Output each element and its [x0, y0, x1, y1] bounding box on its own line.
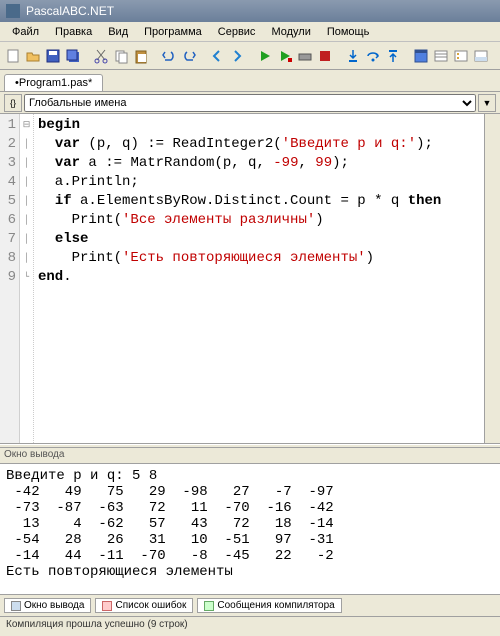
paste-icon[interactable]	[132, 45, 150, 67]
tab-errors[interactable]: Список ошибок	[95, 598, 193, 613]
cut-icon[interactable]	[92, 45, 110, 67]
output-header: Окно вывода	[0, 448, 500, 464]
output-window-icon[interactable]	[472, 45, 490, 67]
app-icon	[6, 4, 20, 18]
output-area[interactable]: Введите p и q: 5 8 -42 49 75 29 -98 27 -…	[0, 464, 500, 594]
editor: 1 2 3 4 5 6 7 8 9 ⊟│││││││└ begin var (p…	[0, 114, 500, 444]
titlebar: PascalABC.NET	[0, 0, 500, 22]
step-out-icon[interactable]	[384, 45, 402, 67]
menu-edit[interactable]: Правка	[47, 24, 100, 40]
step-over-icon[interactable]	[364, 45, 382, 67]
nav-scope-icon[interactable]: {}	[4, 94, 22, 112]
menu-help[interactable]: Помощь	[319, 24, 378, 40]
output-tab-icon	[11, 601, 21, 611]
run-icon[interactable]	[256, 45, 274, 67]
nav-back-icon[interactable]	[208, 45, 226, 67]
nav-forward-icon[interactable]	[228, 45, 246, 67]
redo-icon[interactable]	[180, 45, 198, 67]
bottom-tabs: Окно вывода Список ошибок Сообщения комп…	[0, 594, 500, 616]
menu-service[interactable]: Сервис	[210, 24, 264, 40]
fold-gutter[interactable]: ⊟│││││││└	[20, 114, 34, 443]
navbar: {} Глобальные имена ▼	[0, 92, 500, 114]
menu-modules[interactable]: Модули	[263, 24, 318, 40]
errors-tab-icon	[102, 601, 112, 611]
compile-icon[interactable]	[296, 45, 314, 67]
menu-program[interactable]: Программа	[136, 24, 210, 40]
step-into-icon[interactable]	[344, 45, 362, 67]
menubar: Файл Правка Вид Программа Сервис Модули …	[0, 22, 500, 42]
tabbar: •Program1.pas*	[0, 70, 500, 92]
menu-view[interactable]: Вид	[100, 24, 136, 40]
scope-select[interactable]: Глобальные имена	[24, 94, 476, 112]
code-area[interactable]: begin var (p, q) := ReadInteger2('Введит…	[34, 114, 484, 443]
editor-scrollbar[interactable]	[484, 114, 500, 443]
copy-icon[interactable]	[112, 45, 130, 67]
statusbar: Компиляция прошла успешно (9 строк)	[0, 616, 500, 634]
new-file-icon[interactable]	[4, 45, 22, 67]
save-all-icon[interactable]	[64, 45, 82, 67]
class-view-icon[interactable]	[452, 45, 470, 67]
toggle-view-icon[interactable]	[412, 45, 430, 67]
tab-output[interactable]: Окно вывода	[4, 598, 91, 613]
open-file-icon[interactable]	[24, 45, 42, 67]
properties-icon[interactable]	[432, 45, 450, 67]
tab-program1[interactable]: •Program1.pas*	[4, 74, 103, 91]
save-icon[interactable]	[44, 45, 62, 67]
nav-dropdown-icon[interactable]: ▼	[478, 94, 496, 112]
app-title: PascalABC.NET	[26, 4, 114, 18]
stop-icon[interactable]	[316, 45, 334, 67]
tab-compiler[interactable]: Сообщения компилятора	[197, 598, 341, 613]
run-no-debug-icon[interactable]	[276, 45, 294, 67]
compiler-tab-icon	[204, 601, 214, 611]
line-gutter: 1 2 3 4 5 6 7 8 9	[0, 114, 20, 443]
toolbar: ?	[0, 42, 500, 70]
menu-file[interactable]: Файл	[4, 24, 47, 40]
undo-icon[interactable]	[160, 45, 178, 67]
status-text: Компиляция прошла успешно (9 строк)	[6, 619, 188, 630]
